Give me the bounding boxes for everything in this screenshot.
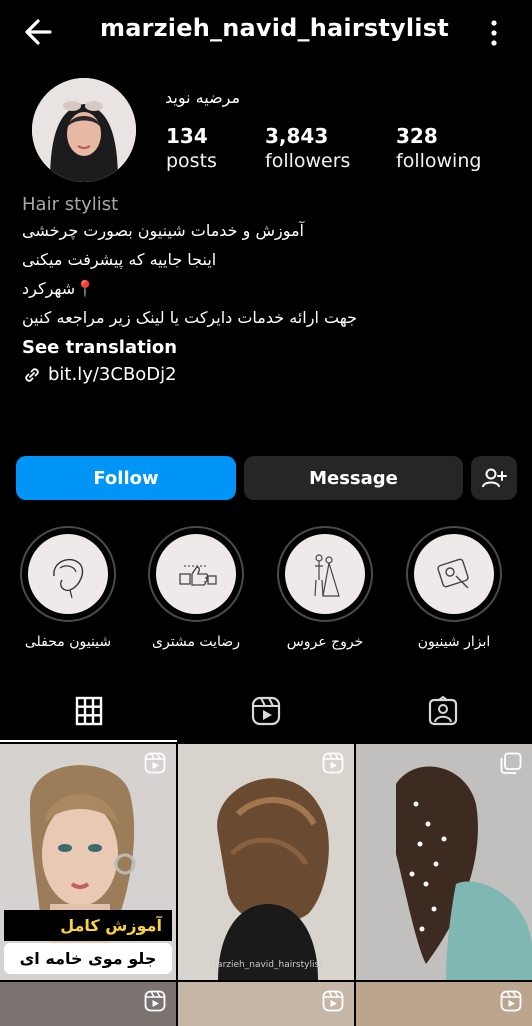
more-options-icon[interactable] <box>486 16 502 50</box>
profile-avatar[interactable] <box>32 78 136 182</box>
highlight-label: خروج عروس <box>286 634 364 650</box>
reel-indicator-icon <box>322 990 344 1012</box>
tab-tagged[interactable] <box>354 680 531 742</box>
bride-groom-icon <box>314 554 340 597</box>
link-icon <box>25 367 39 382</box>
follow-button[interactable]: Follow <box>16 456 236 500</box>
highlight-item[interactable]: خروج عروس <box>275 526 375 650</box>
highlight-label: رضایت مشتری <box>152 634 240 650</box>
reel-indicator-icon <box>322 752 344 774</box>
profile-tabs <box>0 680 532 742</box>
following-stat[interactable]: 328 following <box>396 124 481 172</box>
reel-indicator-icon <box>144 990 166 1012</box>
profile-bio: Hair stylist آموزش و خدمات شینیون بصورت … <box>22 194 512 385</box>
bio-link-text: bit.ly/3CBoDj2 <box>48 364 177 385</box>
reel-indicator-icon <box>500 990 522 1012</box>
followers-label: followers <box>265 150 351 172</box>
tagged-person-icon <box>428 696 457 726</box>
bio-line: اینجا جاییه که پیشرفت میکنی <box>22 250 217 269</box>
following-count: 328 <box>396 124 438 148</box>
post-thumbnail[interactable] <box>356 982 532 1026</box>
highlight-item[interactable]: رضایت مشتری <box>146 526 246 650</box>
posts-label: posts <box>166 150 217 172</box>
post-thumbnail[interactable]: Marzieh_navid_hairstylist <box>178 744 354 980</box>
overlay-title: آموزش کامل <box>4 910 172 941</box>
post-caption-overlay: آموزش کامل جلو موی خامه ای <box>4 910 172 974</box>
bio-line: جهت ارائه خدمات دایرکت یا لینک زیر مراجع… <box>22 308 357 327</box>
highlight-label: ابزار شینیون <box>417 634 491 650</box>
posts-stat[interactable]: 134 posts <box>166 124 217 172</box>
following-label: following <box>396 150 482 172</box>
profile-category: Hair stylist <box>22 194 119 215</box>
bio-line: آموزش و خدمات شینیون بصورت چرخشی <box>22 221 304 240</box>
bio-location-line: 📍شهرکرد <box>22 279 96 298</box>
avatar-photo <box>32 78 136 182</box>
profile-username: marzieh_navid_hairstylist <box>100 14 449 42</box>
highlight-item[interactable]: شینیون محفلی <box>18 526 118 650</box>
reels-icon <box>251 696 280 726</box>
add-user-icon <box>482 468 507 488</box>
hairstyle-sketch-icon <box>53 558 84 599</box>
suggested-users-button[interactable] <box>471 456 517 500</box>
post-image <box>356 744 532 980</box>
grid-icon <box>75 696 102 726</box>
overlay-subtitle: جلو موی خامه ای <box>4 943 172 974</box>
profile-full-name: مرضیه نوید <box>165 88 241 107</box>
post-watermark: Marzieh_navid_hairstylist <box>209 960 323 970</box>
hair-tools-icon <box>437 558 469 589</box>
back-arrow-icon[interactable] <box>20 14 56 50</box>
highlight-item[interactable]: ابزار شینیون <box>404 526 504 650</box>
tab-reels[interactable] <box>177 680 354 742</box>
message-button[interactable]: Message <box>244 456 463 500</box>
post-image <box>178 744 354 980</box>
followers-stat[interactable]: 3,843 followers <box>265 124 350 172</box>
carousel-indicator-icon <box>500 752 522 774</box>
post-thumbnail[interactable] <box>0 982 176 1026</box>
thumbs-up-icon <box>179 565 217 586</box>
highlight-label: شینیون محفلی <box>24 634 112 650</box>
bio-link[interactable]: bit.ly/3CBoDj2 <box>22 364 512 385</box>
post-thumbnail[interactable]: آموزش کامل جلو موی خامه ای <box>0 744 176 980</box>
see-translation-link[interactable]: See translation <box>22 337 512 358</box>
post-thumbnail[interactable] <box>356 744 532 980</box>
reel-indicator-icon <box>144 752 166 774</box>
post-thumbnail[interactable] <box>178 982 354 1026</box>
followers-count: 3,843 <box>265 124 329 148</box>
top-bar: marzieh_navid_hairstylist <box>0 0 532 64</box>
posts-count: 134 <box>166 124 208 148</box>
tab-posts-grid[interactable] <box>0 680 177 742</box>
